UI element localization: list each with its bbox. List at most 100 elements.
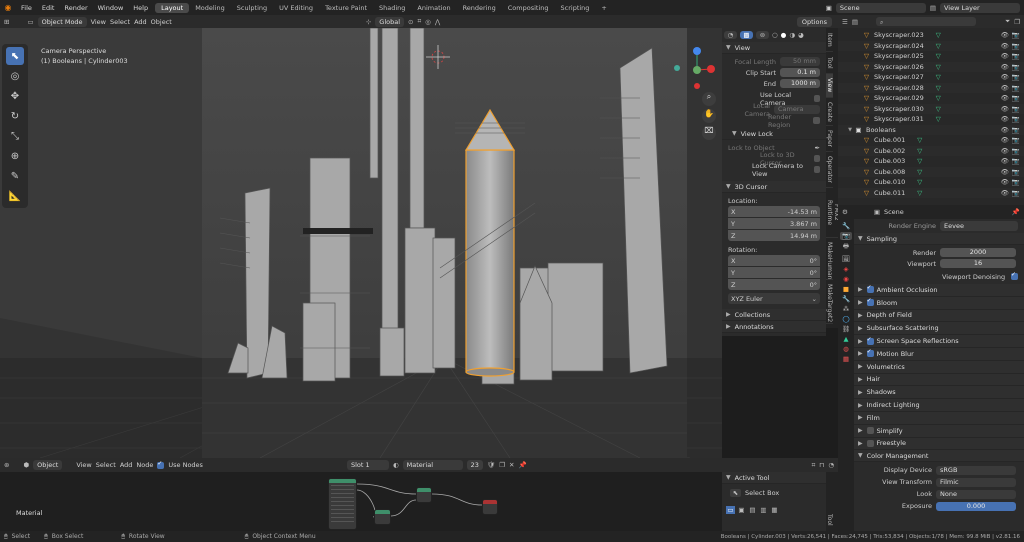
outliner-row[interactable]: ▽ Skyscraper.031 ▽ 👁 📷	[838, 114, 1024, 125]
render-section-header[interactable]: ▶ Freestyle	[854, 437, 1024, 451]
particles-properties-icon[interactable]: ⁂	[843, 305, 850, 313]
tab-layout[interactable]: Layout	[155, 2, 190, 13]
material-output-node[interactable]	[482, 499, 498, 515]
tab-scripting[interactable]: Scripting	[555, 3, 596, 13]
visibility-eye-icon[interactable]: 👁	[1001, 105, 1009, 113]
menu-view[interactable]: View	[91, 18, 106, 26]
node-menu-add[interactable]: Add	[120, 461, 133, 469]
menu-edit[interactable]: Edit	[37, 4, 60, 12]
material-properties-icon[interactable]: ◍	[843, 345, 849, 353]
shading-rendered-icon[interactable]: ◕	[798, 31, 804, 39]
material-users-count[interactable]: 23	[466, 460, 483, 470]
section-enable-checkbox[interactable]	[866, 348, 874, 358]
render-camera-icon[interactable]: 📷	[1012, 126, 1020, 134]
tab-sculpting[interactable]: Sculpting	[231, 3, 273, 13]
select-box-icon[interactable]: ⬉	[730, 488, 741, 497]
visibility-eye-icon[interactable]: 👁	[1001, 73, 1009, 81]
visibility-eye-icon[interactable]: 👁	[1001, 63, 1009, 71]
tab-item[interactable]: Item	[826, 28, 833, 52]
render-camera-icon[interactable]: 📷	[1012, 84, 1020, 92]
render-engine-selector[interactable]: Eevee	[940, 221, 1018, 231]
falloff-icon[interactable]: ⋀	[435, 18, 440, 26]
outliner-search-input[interactable]: ⌕	[875, 17, 976, 26]
cursor-z-field[interactable]: 14.94 m	[790, 232, 817, 240]
visibility-eye-icon[interactable]: 👁	[1001, 157, 1009, 165]
menu-render[interactable]: Render	[59, 4, 92, 12]
tab-create[interactable]: Create	[826, 98, 833, 126]
tab-uv-editing[interactable]: UV Editing	[273, 3, 319, 13]
mesh-data-icon[interactable]: ▽	[936, 105, 941, 113]
node-editor-type-icon[interactable]: ⊛	[4, 461, 9, 469]
gizmo-icon[interactable]: ⊚	[756, 31, 769, 39]
look-selector[interactable]: None	[936, 489, 1016, 499]
modifier-properties-icon[interactable]: 🔧	[842, 295, 850, 303]
view-layer-properties-icon[interactable]: 🖼	[842, 255, 850, 263]
duplicate-material-icon[interactable]: ❐	[499, 461, 505, 469]
mesh-data-icon[interactable]: ▽	[936, 94, 941, 102]
cursor-tool-icon[interactable]: ◎	[6, 67, 24, 85]
annotate-tool-icon[interactable]: ✎	[6, 167, 24, 185]
visibility-eye-icon[interactable]: 👁	[1001, 94, 1009, 102]
menu-file[interactable]: File	[16, 4, 37, 12]
outliner-row[interactable]: ▽ Cube.002 ▽ 👁 📷	[838, 145, 1024, 156]
cursor-x-field[interactable]: -14.53 m	[788, 208, 817, 216]
mesh-data-icon[interactable]: ▽	[917, 178, 922, 186]
clip-start-field[interactable]: 0.1 m	[780, 68, 820, 77]
tab-compositing[interactable]: Compositing	[502, 3, 555, 13]
visibility-eye-icon[interactable]: 👁	[1001, 84, 1009, 92]
menu-add[interactable]: Add	[134, 18, 147, 26]
render-camera-icon[interactable]: 📷	[1012, 42, 1020, 50]
shader-type-selector[interactable]: Object	[33, 460, 63, 470]
visibility-eye-icon[interactable]: 👁	[1001, 52, 1009, 60]
render-camera-icon[interactable]: 📷	[1012, 189, 1020, 197]
visibility-eye-icon[interactable]: 👁	[1001, 42, 1009, 50]
physics-properties-icon[interactable]: ◯	[842, 315, 849, 323]
render-region-checkbox[interactable]	[813, 117, 820, 124]
output-properties-icon[interactable]: 🖶	[843, 242, 849, 253]
viewport-samples-field[interactable]: 16	[940, 259, 1016, 268]
active-tool-section-header[interactable]: ▼ Active Tool	[722, 472, 826, 484]
render-camera-icon[interactable]: 📷	[1012, 73, 1020, 81]
render-section-header[interactable]: ▶ Simplify	[854, 424, 1024, 438]
select-mode-invert-icon[interactable]: ▥	[759, 506, 768, 514]
mesh-data-icon[interactable]: ▽	[917, 147, 922, 155]
render-camera-icon[interactable]: 📷	[1012, 105, 1020, 113]
render-camera-icon[interactable]: 📷	[1012, 168, 1020, 176]
menu-select[interactable]: Select	[110, 18, 130, 26]
view-layer-selector[interactable]: View Layer	[940, 2, 1020, 13]
object-properties-icon[interactable]: ■	[843, 285, 849, 293]
slot-selector[interactable]: Slot 1	[346, 460, 389, 470]
tool-properties-icon[interactable]: 🔧	[842, 222, 850, 230]
outliner-row[interactable]: ▼ ▣ Booleans 👁 📷	[838, 124, 1024, 135]
render-section-header[interactable]: ▶ Film	[854, 411, 1024, 425]
tab-maketarget2[interactable]: MakeTarget2	[826, 280, 833, 324]
render-camera-icon[interactable]: 📷	[1012, 94, 1020, 102]
display-device-selector[interactable]: sRGB	[936, 465, 1016, 475]
node-menu-node[interactable]: Node	[136, 461, 153, 469]
color-management-section-header[interactable]: ▼ Color Management	[854, 450, 1024, 463]
visibility-eye-icon[interactable]: 👁	[1001, 178, 1009, 186]
select-mode-new-icon[interactable]: ▭	[726, 505, 735, 514]
use-local-camera-checkbox[interactable]	[813, 95, 820, 102]
select-mode-intersect-icon[interactable]: ▦	[770, 506, 779, 514]
visibility-eye-icon[interactable]: 👁	[1001, 126, 1009, 134]
zoom-icon[interactable]: ⌕	[702, 92, 716, 106]
mesh-data-icon[interactable]: ▽	[936, 42, 941, 50]
mesh-data-icon[interactable]: ▽	[917, 168, 922, 176]
render-section-header[interactable]: ▶ Volumetrics	[854, 360, 1024, 374]
visibility-eye-icon[interactable]: 👁	[1001, 115, 1009, 123]
new-collection-icon[interactable]: ❐	[1014, 18, 1020, 26]
outliner-row[interactable]: ▽ Cube.003 ▽ 👁 📷	[838, 156, 1024, 167]
pin-icon-node[interactable]: 📌	[518, 461, 526, 469]
select-mode-icon[interactable]: ▭	[27, 18, 33, 26]
render-camera-icon[interactable]: 📷	[1012, 52, 1020, 60]
tab-rendering[interactable]: Rendering	[457, 3, 502, 13]
render-camera-icon[interactable]: 📷	[1012, 147, 1020, 155]
mesh-data-icon[interactable]: ▽	[936, 31, 941, 39]
orientation-selector[interactable]: Global	[375, 16, 405, 27]
render-properties-icon[interactable]: 📷	[840, 232, 852, 240]
mesh-data-icon[interactable]: ▽	[936, 63, 941, 71]
annotations-section-header[interactable]: ▶ Annotations	[722, 321, 826, 333]
pivot-icon[interactable]: ⊙	[408, 18, 413, 26]
texture-properties-icon[interactable]: ▦	[843, 355, 849, 363]
